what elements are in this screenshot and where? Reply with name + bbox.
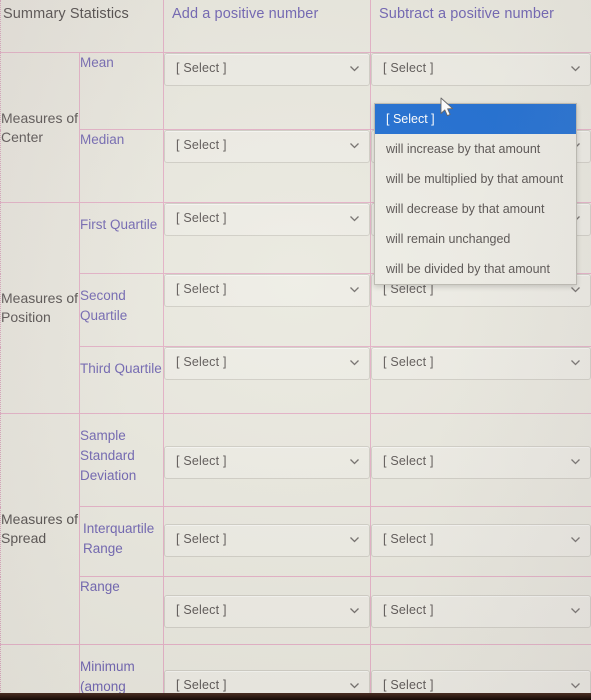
table-row: Minimum (among [ Select ] [ Select ] xyxy=(1,645,591,700)
chevron-down-icon xyxy=(349,534,360,545)
chevron-down-icon xyxy=(349,140,360,151)
column-header-subtract-label: Subtract a positive number xyxy=(371,0,591,22)
select-first-quartile-add[interactable]: [ Select ] xyxy=(164,203,370,236)
dropdown-option-will-increase[interactable]: will increase by that amount xyxy=(375,134,576,164)
cell-second-quartile-add: [ Select ] xyxy=(164,274,371,347)
dropdown-option-will-be-multiplied[interactable]: will be multiplied by that amount xyxy=(375,164,576,194)
select-third-quartile-subtract[interactable]: [ Select ] xyxy=(371,347,591,380)
table-header-row: Summary Statistics Add a positive number… xyxy=(1,0,591,53)
select-mean-add-value: [ Select ] xyxy=(176,61,227,75)
screen-bottom-bezel xyxy=(0,693,591,700)
column-header-add: Add a positive number xyxy=(164,0,371,53)
cell-range-add: [ Select ] xyxy=(164,577,371,645)
select-mean-subtract[interactable]: [ Select ] xyxy=(371,53,591,86)
chevron-down-icon xyxy=(349,63,360,74)
cell-mean-add: [ Select ] xyxy=(164,53,371,130)
stat-label-third-quartile: Third Quartile xyxy=(80,347,164,414)
select-range-add-value: [ Select ] xyxy=(176,603,227,617)
chevron-down-icon xyxy=(349,284,360,295)
select-median-add[interactable]: [ Select ] xyxy=(164,130,370,163)
dropdown-options-list[interactable]: [ Select ] will increase by that amount … xyxy=(374,103,577,285)
group-label-empty xyxy=(1,645,80,700)
chevron-down-icon xyxy=(349,605,360,616)
cell-minimum-subtract: [ Select ] xyxy=(371,645,591,700)
select-first-quartile-add-value: [ Select ] xyxy=(176,211,227,225)
stat-label-second-quartile: Second Quartile xyxy=(80,274,164,347)
column-header-summary-statistics-label: Summary Statistics xyxy=(1,0,163,22)
cell-first-quartile-add: [ Select ] xyxy=(164,203,371,274)
select-mean-subtract-value: [ Select ] xyxy=(383,61,434,75)
stat-label-mean: Mean xyxy=(80,53,164,130)
column-header-add-label: Add a positive number xyxy=(164,0,370,22)
chevron-down-icon xyxy=(349,456,360,467)
select-range-subtract-value: [ Select ] xyxy=(383,603,434,617)
group-label-measures-of-position: Measures of Position xyxy=(1,203,80,414)
stat-label-interquartile-range: Interquartile Range xyxy=(80,507,164,577)
cell-interquartile-range-subtract: [ Select ] xyxy=(371,507,591,577)
select-third-quartile-add-value: [ Select ] xyxy=(176,355,227,369)
cell-third-quartile-subtract: [ Select ] xyxy=(371,347,591,414)
screen-photo: Summary Statistics Add a positive number… xyxy=(0,0,591,700)
cell-median-add: [ Select ] xyxy=(164,130,371,203)
table-row: Measures of Spread Sample Standard Devia… xyxy=(1,414,591,507)
chevron-down-icon xyxy=(570,534,581,545)
select-range-subtract[interactable]: [ Select ] xyxy=(371,595,591,628)
group-label-measures-of-spread: Measures of Spread xyxy=(1,414,80,645)
select-sample-standard-deviation-subtract[interactable]: [ Select ] xyxy=(371,446,591,479)
select-second-quartile-add[interactable]: [ Select ] xyxy=(164,274,370,307)
table-row: Interquartile Range [ Select ] [ Select … xyxy=(1,507,591,577)
select-third-quartile-add[interactable]: [ Select ] xyxy=(164,347,370,380)
chevron-down-icon xyxy=(349,357,360,368)
cell-third-quartile-add: [ Select ] xyxy=(164,347,371,414)
select-minimum-subtract-value: [ Select ] xyxy=(383,678,434,692)
column-header-summary-statistics: Summary Statistics xyxy=(1,0,164,53)
select-minimum-add-value: [ Select ] xyxy=(176,678,227,692)
chevron-down-icon xyxy=(570,680,581,691)
stat-label-sample-standard-deviation: Sample Standard Deviation xyxy=(80,414,164,507)
dropdown-option-will-remain-unchanged[interactable]: will remain unchanged xyxy=(375,224,576,254)
stat-label-range: Range xyxy=(80,577,164,645)
select-interquartile-range-add[interactable]: [ Select ] xyxy=(164,524,370,557)
select-sample-standard-deviation-subtract-value: [ Select ] xyxy=(383,454,434,468)
select-interquartile-range-subtract[interactable]: [ Select ] xyxy=(371,524,591,557)
chevron-down-icon xyxy=(570,63,581,74)
select-range-add[interactable]: [ Select ] xyxy=(164,595,370,628)
stat-label-median: Median xyxy=(80,130,164,203)
cell-sample-standard-deviation-add: [ Select ] xyxy=(164,414,371,507)
cell-range-subtract: [ Select ] xyxy=(371,577,591,645)
group-label-measures-of-center: Measures of Center xyxy=(1,53,80,203)
dropdown-option-will-decrease[interactable]: will decrease by that amount xyxy=(375,194,576,224)
select-sample-standard-deviation-add-value: [ Select ] xyxy=(176,454,227,468)
select-sample-standard-deviation-add[interactable]: [ Select ] xyxy=(164,446,370,479)
chevron-down-icon xyxy=(570,456,581,467)
dropdown-option-select[interactable]: [ Select ] xyxy=(375,104,576,134)
chevron-down-icon xyxy=(349,213,360,224)
column-header-subtract: Subtract a positive number xyxy=(371,0,591,53)
select-interquartile-range-add-value: [ Select ] xyxy=(176,532,227,546)
chevron-down-icon xyxy=(570,284,581,295)
table-row: Third Quartile [ Select ] [ Select ] xyxy=(1,347,591,414)
stat-label-first-quartile: First Quartile xyxy=(80,203,164,274)
cell-minimum-add: [ Select ] xyxy=(164,645,371,700)
select-interquartile-range-subtract-value: [ Select ] xyxy=(383,532,434,546)
chevron-down-icon xyxy=(570,357,581,368)
select-third-quartile-subtract-value: [ Select ] xyxy=(383,355,434,369)
dropdown-option-will-be-divided[interactable]: will be divided by that amount xyxy=(375,254,576,284)
stat-label-minimum: Minimum (among xyxy=(80,645,164,700)
chevron-down-icon xyxy=(570,605,581,616)
select-second-quartile-add-value: [ Select ] xyxy=(176,282,227,296)
cell-interquartile-range-add: [ Select ] xyxy=(164,507,371,577)
chevron-down-icon xyxy=(349,680,360,691)
table-row: Range [ Select ] [ Select ] xyxy=(1,577,591,645)
select-mean-add[interactable]: [ Select ] xyxy=(164,53,370,86)
select-median-add-value: [ Select ] xyxy=(176,138,227,152)
cell-sample-standard-deviation-subtract: [ Select ] xyxy=(371,414,591,507)
